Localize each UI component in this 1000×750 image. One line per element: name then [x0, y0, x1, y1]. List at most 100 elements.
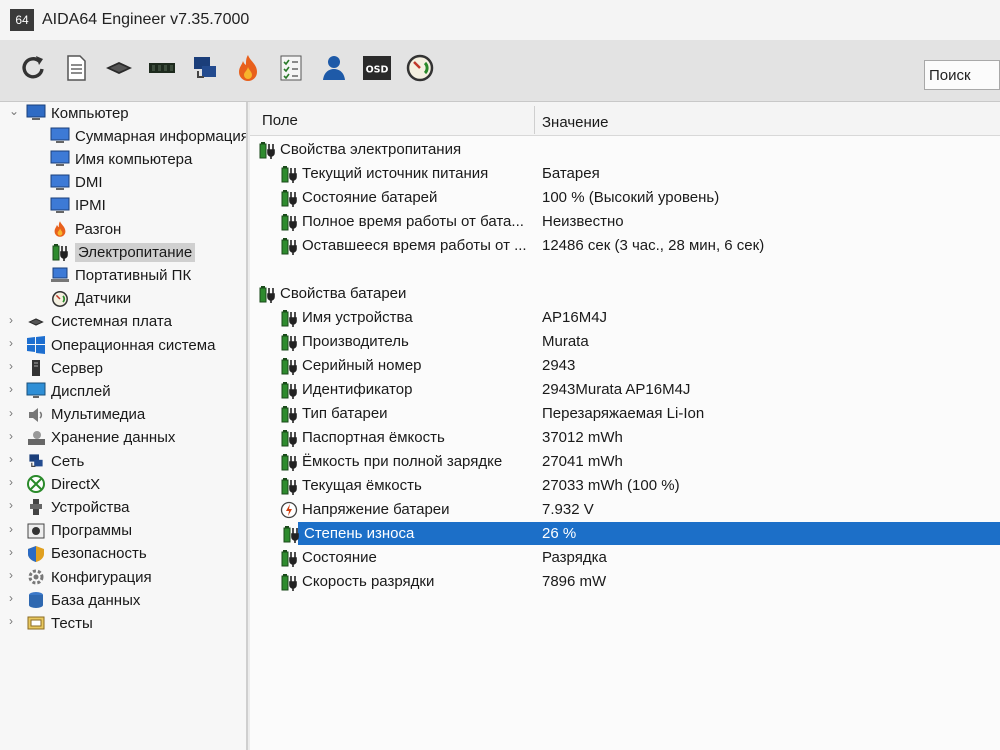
- column-separator[interactable]: [534, 106, 535, 134]
- battery-icon: [258, 285, 276, 303]
- field-cell: Свойства электропитания: [258, 141, 461, 159]
- field-label: Идентификатор: [302, 381, 413, 398]
- value-cell: 37012 mWh: [542, 429, 623, 446]
- tree-item[interactable]: Суммарная информация: [50, 125, 246, 147]
- motherboard-icon: [26, 313, 46, 331]
- field-cell: Идентификатор: [280, 381, 412, 399]
- report-button[interactable]: [61, 54, 91, 88]
- tree-expander[interactable]: ›: [9, 359, 19, 373]
- network-icon: [26, 452, 46, 470]
- table-row[interactable]: Скорость разрядки 7896 mW: [250, 570, 1000, 593]
- network-icon: [190, 53, 220, 88]
- field-cell: Скорость разрядки: [280, 573, 434, 591]
- tree-item[interactable]: Операционная система: [26, 334, 215, 356]
- report-icon: [61, 53, 91, 88]
- tree-item[interactable]: Системная плата: [26, 311, 172, 333]
- table-row[interactable]: Ёмкость при полной зарядке 27041 mWh: [250, 450, 1000, 473]
- tree-expander[interactable]: ›: [9, 522, 19, 536]
- window-title: AIDA64 Engineer v7.35.7000: [42, 11, 250, 28]
- tree-item[interactable]: DirectX: [26, 473, 100, 495]
- tree-expander[interactable]: ⌄: [9, 104, 19, 118]
- field-cell: Серийный номер: [280, 357, 422, 375]
- tree-item[interactable]: Дисплей: [26, 380, 111, 402]
- tree-item[interactable]: Программы: [26, 520, 132, 542]
- storage-icon: [26, 429, 46, 447]
- tree-expander[interactable]: ›: [9, 313, 19, 327]
- tree-expander[interactable]: ›: [9, 614, 19, 628]
- tree-item[interactable]: Хранение данных: [26, 427, 175, 449]
- tree-item-label: Программы: [51, 522, 133, 540]
- table-row[interactable]: Оставшееся время работы от ... 12486 сек …: [250, 234, 1000, 257]
- tree-expander[interactable]: ›: [9, 498, 19, 512]
- tree-expander[interactable]: ›: [9, 568, 19, 582]
- table-row[interactable]: Состояние Разрядка: [250, 546, 1000, 569]
- computer-icon: [26, 104, 46, 122]
- flame-button[interactable]: [233, 54, 263, 88]
- table-row[interactable]: Производитель Murata: [250, 330, 1000, 353]
- tree-item[interactable]: Безопасность: [26, 543, 147, 565]
- tree-expander[interactable]: ›: [9, 336, 19, 350]
- tree-item-label: База данных: [51, 591, 141, 609]
- tree-item[interactable]: База данных: [26, 589, 140, 611]
- table-row[interactable]: Серийный номер 2943: [250, 354, 1000, 377]
- tree-item-label: IPMI: [75, 197, 106, 215]
- table-row[interactable]: Тип батареи Перезаряжаемая Li-Ion: [250, 402, 1000, 425]
- group-header-row[interactable]: Свойства батареи: [250, 282, 1000, 305]
- tree-expander[interactable]: ›: [9, 429, 19, 443]
- tree-expander[interactable]: ›: [9, 452, 19, 466]
- field-cell: Полное время работы от бата...: [280, 213, 524, 231]
- tree-item[interactable]: Сервер: [26, 357, 103, 379]
- gauge-button[interactable]: [405, 54, 435, 88]
- checklist-button[interactable]: [276, 54, 306, 88]
- refresh-icon: [18, 53, 48, 88]
- refresh-button[interactable]: [18, 54, 48, 88]
- motherboard-icon: [104, 53, 134, 88]
- memory-button[interactable]: [147, 54, 177, 88]
- tree-item-label: Компьютер: [51, 104, 129, 122]
- tree-item[interactable]: Портативный ПК: [50, 264, 191, 286]
- tree-item[interactable]: Разгон: [50, 218, 121, 240]
- tree-item[interactable]: Мультимедиа: [26, 404, 145, 426]
- column-field-header[interactable]: Поле: [262, 112, 298, 129]
- tree-item[interactable]: Тесты: [26, 612, 93, 634]
- value-cell: Батарея: [542, 165, 600, 182]
- table-row[interactable]: Имя устройства AP16M4J: [250, 306, 1000, 329]
- tree-expander[interactable]: ›: [9, 406, 19, 420]
- tree-item[interactable]: Сеть: [26, 450, 84, 472]
- user-button[interactable]: [319, 54, 349, 88]
- network-button[interactable]: [190, 54, 220, 88]
- tree-item[interactable]: Имя компьютера: [50, 148, 192, 170]
- table-row[interactable]: Напряжение батареи 7.932 V: [250, 498, 1000, 521]
- table-row[interactable]: Идентификатор 2943Murata AP16M4J: [250, 378, 1000, 401]
- table-row[interactable]: Паспортная ёмкость 37012 mWh: [250, 426, 1000, 449]
- battery-icon: [280, 549, 298, 567]
- battery-icon: [280, 213, 298, 231]
- battery-icon: [280, 453, 298, 471]
- motherboard-button[interactable]: [104, 54, 134, 88]
- tree-item[interactable]: Компьютер: [26, 102, 129, 124]
- field-cell: Оставшееся время работы от ...: [280, 237, 527, 255]
- tree-item[interactable]: Конфигурация: [26, 566, 152, 588]
- speaker-icon: [26, 406, 46, 424]
- tree-expander[interactable]: ›: [9, 591, 19, 605]
- battery-icon: [280, 381, 298, 399]
- search-input[interactable]: [924, 60, 1000, 90]
- tree-item[interactable]: Датчики: [50, 288, 131, 310]
- field-label: Полное время работы от бата...: [302, 213, 524, 230]
- tree-item[interactable]: Устройства: [26, 496, 129, 518]
- group-header-row[interactable]: Свойства электропитания: [250, 138, 1000, 161]
- table-row[interactable]: Текущая ёмкость 27033 mWh (100 %): [250, 474, 1000, 497]
- tree-item[interactable]: DMI: [50, 172, 103, 194]
- table-row[interactable]: Состояние батарей 100 % (Высокий уровень): [250, 186, 1000, 209]
- tree-item[interactable]: IPMI: [50, 195, 106, 217]
- osd-button[interactable]: OSD: [362, 54, 392, 88]
- tree-expander[interactable]: ›: [9, 545, 19, 559]
- table-row[interactable]: Текущий источник питания Батарея: [250, 162, 1000, 185]
- table-row[interactable]: Полное время работы от бата... Неизвестно: [250, 210, 1000, 233]
- tree-item[interactable]: Электропитание: [50, 241, 196, 263]
- tree-expander[interactable]: ›: [9, 475, 19, 489]
- tree-expander[interactable]: ›: [9, 382, 19, 396]
- database-icon: [26, 591, 46, 609]
- table-row[interactable]: Степень износа 26 %: [283, 522, 1000, 545]
- column-value-header[interactable]: Значение: [542, 114, 609, 131]
